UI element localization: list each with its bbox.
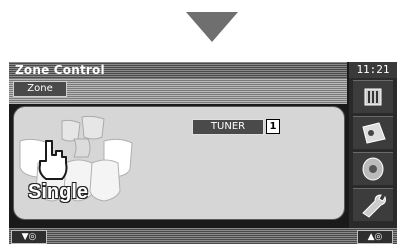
graphic-eq-icon	[364, 88, 382, 106]
bottom-bar: ▼◎ ▲◎	[9, 228, 397, 244]
source-display[interactable]: TUNER	[192, 119, 264, 135]
side-panel	[349, 78, 397, 228]
zone-button[interactable]: Zone	[13, 81, 67, 97]
clock: 11:21	[349, 62, 397, 78]
speaker-icon	[362, 157, 384, 181]
setup-button[interactable]	[353, 188, 393, 221]
screen: Zone Control 11:21 Zone Single TUNER 1 ▼…	[9, 62, 397, 244]
zone-display: Single TUNER 1	[13, 106, 345, 220]
down-arrow-icon	[186, 12, 238, 42]
volume-down-button[interactable]: ▼◎	[11, 230, 47, 244]
eq-button[interactable]	[353, 80, 393, 113]
toolbar: Zone	[9, 78, 347, 104]
speaker-button[interactable]	[353, 152, 393, 185]
pointing-hand-icon	[38, 140, 68, 180]
position-button[interactable]	[353, 116, 393, 149]
volume-up-button[interactable]: ▲◎	[357, 230, 393, 244]
title-bar: Zone Control	[9, 62, 347, 78]
zone-mode-label: Single	[28, 181, 89, 203]
page-title: Zone Control	[15, 63, 105, 77]
car-position-icon	[362, 122, 386, 144]
callout-marker: 1	[266, 119, 280, 134]
wrench-icon	[362, 194, 386, 218]
